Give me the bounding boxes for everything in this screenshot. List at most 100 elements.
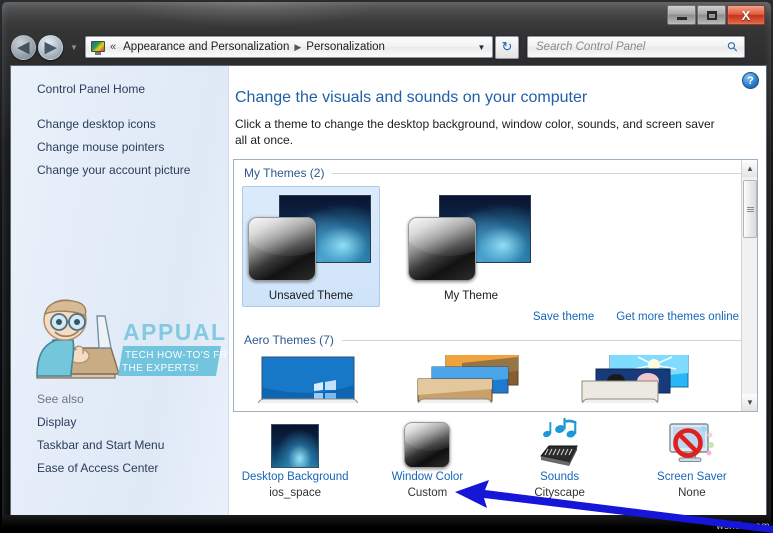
- refresh-icon: ↻: [501, 39, 513, 54]
- chevron-down-icon: ▼: [70, 42, 78, 52]
- scrollbar-grip-icon: [746, 206, 754, 212]
- chevron-up-icon: ▲: [746, 164, 754, 173]
- svg-text:TECH HOW-TO'S FROM: TECH HOW-TO'S FROM: [125, 350, 227, 361]
- aero-theme-architecture[interactable]: [410, 354, 540, 406]
- site-watermark: wsxdn.com: [716, 521, 770, 532]
- personalization-settings-row: Desktop Background ios_space Window Colo…: [229, 416, 758, 516]
- group-header-my-themes: My Themes (2): [234, 160, 757, 180]
- sidebar-item-change-desktop-icons[interactable]: Change desktop icons: [11, 113, 228, 136]
- maximize-icon: [706, 10, 717, 20]
- theme-item-my-theme[interactable]: My Theme: [402, 186, 540, 307]
- back-button[interactable]: ◀: [11, 34, 36, 60]
- address-dropdown-button[interactable]: ▼: [473, 38, 490, 57]
- setting-value: None: [678, 487, 706, 499]
- breadcrumb-appearance[interactable]: Appearance and Personalization: [120, 39, 292, 55]
- setting-screen-saver[interactable]: Screen Saver None: [626, 416, 758, 516]
- breadcrumb-personalization[interactable]: Personalization: [303, 39, 388, 55]
- setting-title[interactable]: Window Color: [392, 471, 464, 483]
- maximize-button[interactable]: [697, 5, 726, 25]
- window-color-icon: [404, 416, 451, 468]
- sidebar-item-ease-of-access-center[interactable]: Ease of Access Center: [11, 457, 228, 480]
- theme-item-unsaved-theme[interactable]: Unsaved Theme: [242, 186, 380, 307]
- theme-actions: Save theme Get more themes online: [234, 307, 757, 323]
- control-panel-icon: [90, 40, 106, 55]
- search-icon: ⚲: [724, 37, 742, 56]
- breadcrumb-separator-icon: ▶: [294, 41, 302, 52]
- save-theme-link[interactable]: Save theme: [533, 311, 594, 323]
- window-client-area: Control Panel Home Change desktop icons …: [10, 65, 767, 521]
- aero-theme-characters[interactable]: [576, 354, 706, 406]
- group-title: Aero Themes (7): [244, 333, 334, 347]
- setting-window-color[interactable]: Window Color Custom: [361, 416, 493, 516]
- sidebar-item-change-account-picture[interactable]: Change your account picture: [11, 159, 228, 182]
- control-panel-window: X ◀ ▶ ▼ « Appearance and Personalization…: [2, 2, 771, 527]
- theme-thumbnail: [246, 193, 376, 287]
- setting-value: ios_space: [269, 487, 322, 499]
- group-title: My Themes (2): [244, 166, 325, 180]
- nav-arrow-group: ◀ ▶ ▼: [11, 34, 79, 60]
- theme-row: Unsaved Theme My Theme: [234, 180, 757, 307]
- screen-saver-icon: [664, 416, 720, 468]
- recent-pages-dropdown[interactable]: ▼: [69, 42, 79, 52]
- breadcrumb-overflow-icon[interactable]: «: [110, 41, 116, 53]
- minimize-button[interactable]: [667, 5, 696, 25]
- help-button[interactable]: ?: [742, 72, 759, 89]
- setting-value: Custom: [407, 487, 448, 499]
- close-button[interactable]: X: [727, 5, 765, 25]
- caption-button-group: X: [667, 5, 765, 25]
- setting-title[interactable]: Screen Saver: [657, 471, 727, 483]
- sidebar-item-change-mouse-pointers[interactable]: Change mouse pointers: [11, 136, 228, 159]
- setting-sounds[interactable]: Sounds Cityscape: [494, 416, 626, 516]
- setting-desktop-background[interactable]: Desktop Background ios_space: [229, 416, 361, 516]
- forward-button[interactable]: ▶: [38, 34, 63, 60]
- close-icon: X: [741, 7, 751, 23]
- sidebar: Control Panel Home Change desktop icons …: [11, 66, 244, 520]
- page-description: Click a theme to change the desktop back…: [235, 117, 715, 147]
- setting-value: Cityscape: [534, 487, 585, 499]
- aero-theme-windows7[interactable]: [244, 355, 374, 406]
- theme-thumbnail: [406, 193, 536, 287]
- back-arrow-icon: ◀: [17, 38, 30, 56]
- group-header-aero-themes: Aero Themes (7): [234, 323, 757, 347]
- svg-text:APPUALS: APPUALS: [123, 319, 227, 345]
- scroll-up-button[interactable]: ▲: [742, 160, 757, 177]
- main-pane: ? Change the visuals and sounds on your …: [229, 66, 766, 520]
- window-glass-preview-icon: [248, 217, 316, 281]
- setting-title[interactable]: Desktop Background: [242, 471, 349, 483]
- search-box[interactable]: Search Control Panel ⚲: [527, 36, 745, 58]
- group-divider: [332, 172, 747, 174]
- theme-list-scrollbar[interactable]: ▲ ▼: [741, 160, 757, 411]
- window-glass-sheen: [2, 2, 771, 30]
- address-bar[interactable]: « Appearance and Personalization ▶ Perso…: [85, 36, 493, 58]
- sidebar-item-taskbar-start-menu[interactable]: Taskbar and Start Menu: [11, 434, 228, 457]
- sidebar-item-display[interactable]: Display: [11, 411, 228, 434]
- aero-theme-row: [234, 347, 757, 406]
- scrollbar-thumb[interactable]: [743, 180, 757, 238]
- minimize-icon: [676, 16, 687, 20]
- forward-arrow-icon: ▶: [44, 38, 57, 56]
- page-title: Change the visuals and sounds on your co…: [235, 89, 588, 106]
- svg-text:THE EXPERTS!: THE EXPERTS!: [122, 363, 199, 374]
- chevron-down-icon: ▼: [746, 398, 754, 407]
- window-bottom-strip: [2, 515, 771, 527]
- wallpaper-icon: [271, 416, 320, 468]
- refresh-button[interactable]: ↻: [495, 35, 519, 59]
- window-glass-preview-icon: [408, 217, 476, 281]
- theme-name: My Theme: [443, 290, 499, 302]
- navigation-bar: ◀ ▶ ▼ « Appearance and Personalization ▶…: [2, 30, 771, 64]
- window-glass-highlight: [122, 2, 382, 28]
- sidebar-item-control-panel-home[interactable]: Control Panel Home: [11, 78, 228, 101]
- sounds-icon: [534, 416, 586, 468]
- theme-list[interactable]: My Themes (2) Unsaved Theme My Theme Sav…: [233, 159, 758, 412]
- sidebar-see-also-group: See also Display Taskbar and Start Menu …: [11, 388, 228, 480]
- screen: X ◀ ▶ ▼ « Appearance and Personalization…: [0, 0, 773, 533]
- group-divider: [341, 339, 747, 341]
- appuals-watermark-logo: APPUALS TECH HOW-TO'S FROM THE EXPERTS!: [19, 296, 244, 388]
- search-input[interactable]: Search Control Panel: [532, 41, 728, 53]
- get-more-themes-online-link[interactable]: Get more themes online: [616, 311, 739, 323]
- theme-name: Unsaved Theme: [268, 290, 354, 302]
- scroll-down-button[interactable]: ▼: [742, 394, 757, 411]
- help-icon: ?: [747, 74, 754, 87]
- setting-title[interactable]: Sounds: [540, 471, 579, 483]
